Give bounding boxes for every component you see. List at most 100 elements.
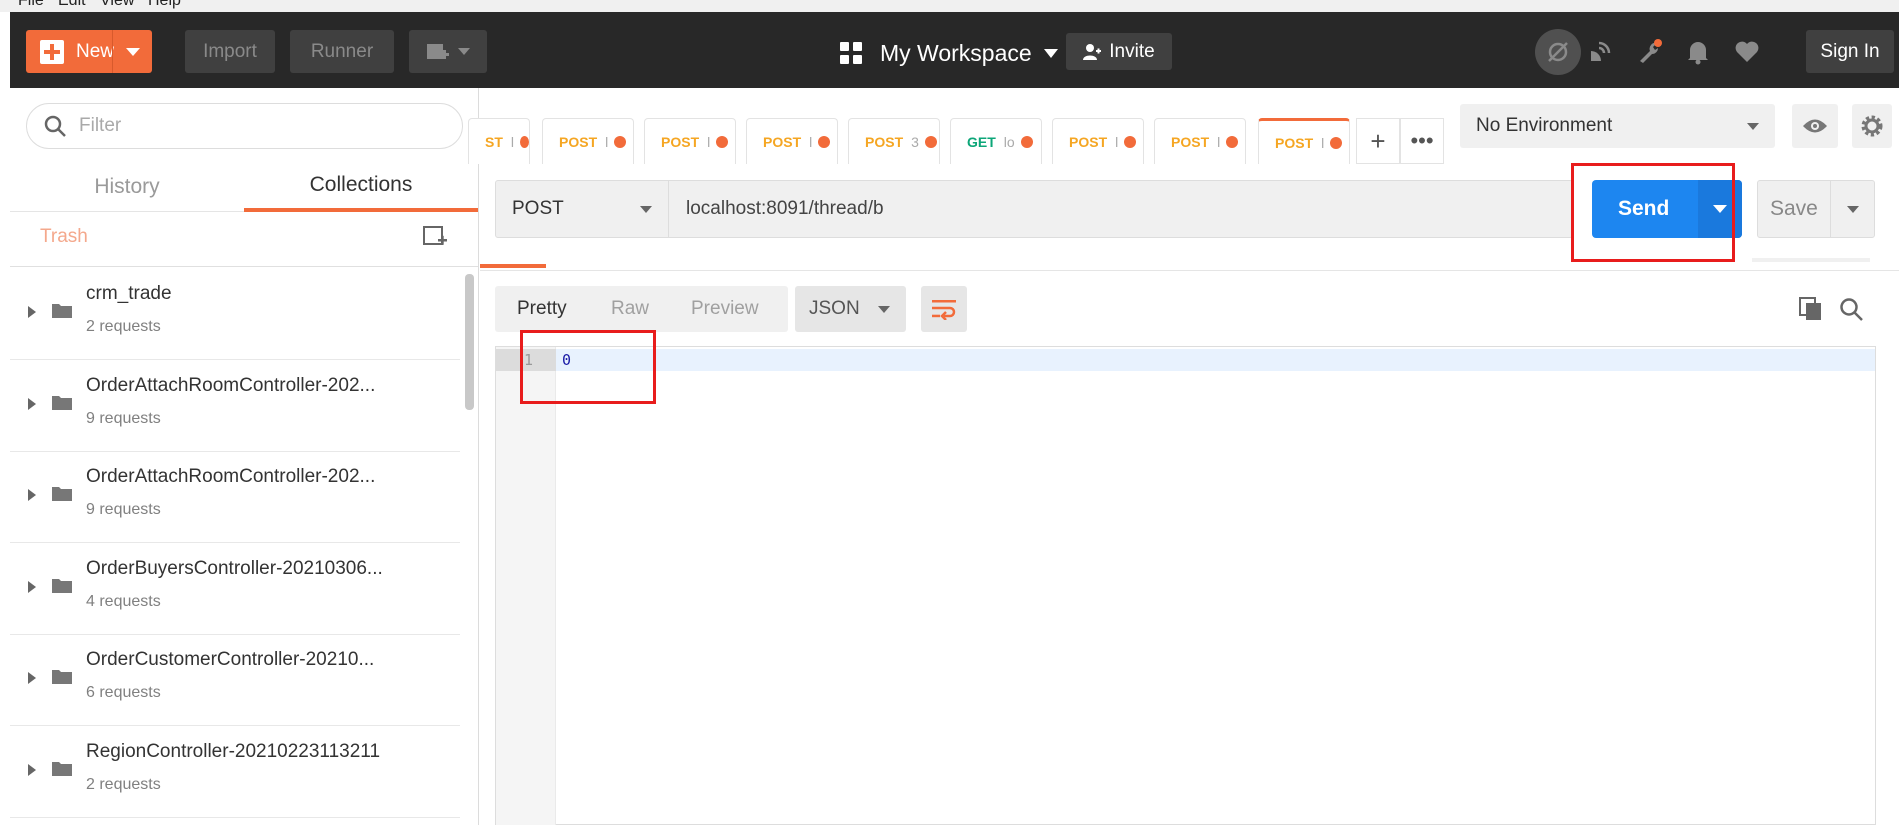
request-tab[interactable]: POST l bbox=[1052, 118, 1144, 164]
expand-arrow-icon[interactable] bbox=[28, 672, 36, 684]
line-gutter: 1 bbox=[496, 347, 556, 825]
send-button[interactable]: Send bbox=[1592, 180, 1742, 238]
new-button[interactable]: New bbox=[26, 30, 152, 73]
request-tab[interactable]: ST l bbox=[468, 118, 530, 164]
tab-url: lo bbox=[1003, 133, 1015, 150]
new-dropdown-button[interactable] bbox=[112, 30, 152, 73]
bell-icon[interactable] bbox=[1683, 37, 1713, 67]
collection-count: 2 requests bbox=[86, 776, 161, 793]
expand-arrow-icon[interactable] bbox=[28, 398, 36, 410]
search-icon[interactable] bbox=[1838, 296, 1864, 322]
code-line[interactable]: 0 bbox=[562, 351, 571, 369]
expand-arrow-icon[interactable] bbox=[28, 764, 36, 776]
tab-collections[interactable]: Collections bbox=[244, 162, 478, 212]
trash-link[interactable]: Trash bbox=[40, 226, 88, 248]
chevron-down-icon bbox=[458, 48, 470, 55]
import-button[interactable]: Import bbox=[185, 30, 275, 73]
new-tab-button[interactable]: + bbox=[1356, 118, 1400, 164]
save-label: Save bbox=[1770, 197, 1818, 220]
method-select[interactable]: POST bbox=[496, 181, 669, 237]
wrench-icon[interactable] bbox=[1635, 37, 1665, 67]
collection-count: 4 requests bbox=[86, 593, 161, 610]
tab-url: l bbox=[1321, 134, 1325, 151]
tab-method: POST bbox=[865, 133, 904, 150]
tab-url: l bbox=[707, 133, 711, 150]
request-tab[interactable]: POST l bbox=[644, 118, 736, 164]
collection-item[interactable]: OrderCustomerController-20210... 6 reque… bbox=[10, 634, 460, 726]
menu-file[interactable]: File bbox=[18, 0, 44, 10]
sync-off-icon[interactable] bbox=[1535, 29, 1581, 75]
sign-in-button[interactable]: Sign In bbox=[1806, 30, 1894, 73]
menu-edit[interactable]: Edit bbox=[58, 0, 86, 10]
expand-arrow-icon[interactable] bbox=[28, 489, 36, 501]
folder-icon bbox=[52, 304, 72, 318]
copy-icon[interactable] bbox=[1798, 296, 1824, 322]
wrap-lines-button[interactable] bbox=[921, 286, 967, 332]
new-collection-icon[interactable] bbox=[422, 223, 448, 249]
view-preview[interactable]: Preview bbox=[691, 286, 759, 332]
environment-quick-look-button[interactable] bbox=[1792, 104, 1838, 148]
sidebar-scrollbar[interactable] bbox=[465, 274, 474, 410]
collection-name: OrderAttachRoomController-202... bbox=[86, 375, 376, 396]
collection-item[interactable]: crm_trade 2 requests bbox=[10, 268, 460, 360]
runner-button[interactable]: Runner bbox=[290, 30, 394, 73]
request-tab-active[interactable]: POST l bbox=[1258, 118, 1350, 164]
unsaved-dot bbox=[1124, 135, 1137, 148]
new-window-button[interactable] bbox=[409, 30, 487, 73]
response-tab-indicator bbox=[480, 264, 546, 268]
grid-icon bbox=[840, 42, 862, 64]
environment-label: No Environment bbox=[1476, 115, 1613, 136]
collection-count: 9 requests bbox=[86, 410, 161, 427]
format-select[interactable]: JSON bbox=[795, 286, 906, 332]
expand-arrow-icon[interactable] bbox=[28, 581, 36, 593]
plus-icon: + bbox=[1370, 125, 1386, 156]
unsaved-dot bbox=[924, 135, 937, 148]
filter-input[interactable]: Filter bbox=[26, 103, 463, 149]
request-tab[interactable]: GET lo bbox=[950, 118, 1042, 164]
send-dropdown-button[interactable] bbox=[1698, 180, 1742, 238]
satellite-icon[interactable] bbox=[1585, 37, 1615, 67]
settings-button[interactable] bbox=[1852, 104, 1892, 148]
collection-item[interactable]: OrderAttachRoomController-202... 9 reque… bbox=[10, 360, 460, 452]
workspace-selector[interactable]: My Workspace bbox=[840, 38, 1058, 68]
plus-icon bbox=[40, 39, 64, 64]
invite-button[interactable]: Invite bbox=[1066, 33, 1172, 70]
expand-arrow-icon[interactable] bbox=[28, 306, 36, 318]
tab-history[interactable]: History bbox=[10, 162, 244, 212]
environment-select[interactable]: No Environment bbox=[1460, 104, 1775, 148]
wrap-lines-icon bbox=[932, 300, 956, 320]
chevron-down-icon bbox=[1713, 205, 1727, 213]
divider bbox=[10, 266, 478, 267]
request-tab[interactable]: POST l bbox=[1154, 118, 1246, 164]
save-button[interactable]: Save bbox=[1757, 180, 1875, 238]
heart-icon[interactable] bbox=[1732, 37, 1762, 67]
save-dropdown-button[interactable] bbox=[1830, 181, 1874, 237]
collection-name: RegionController-20210223113211 bbox=[86, 741, 381, 762]
filter-placeholder: Filter bbox=[79, 115, 122, 136]
tab-method: POST bbox=[1069, 133, 1108, 150]
collection-item[interactable]: RegionController-20210223113211 2 reques… bbox=[10, 726, 460, 818]
tab-url: l bbox=[605, 133, 609, 150]
url-input[interactable]: localhost:8091/thread/b bbox=[686, 198, 884, 220]
request-tab[interactable]: POST l bbox=[746, 118, 838, 164]
menu-view[interactable]: View bbox=[100, 0, 134, 10]
invite-label: Invite bbox=[1109, 40, 1155, 62]
more-tabs-button[interactable]: ••• bbox=[1400, 118, 1444, 164]
view-raw[interactable]: Raw bbox=[611, 286, 649, 332]
collection-name: crm_trade bbox=[86, 283, 172, 304]
ellipsis-icon: ••• bbox=[1410, 128, 1434, 153]
collection-item[interactable]: OrderAttachRoomController-202... 9 reque… bbox=[10, 451, 460, 543]
menu-help[interactable]: Help bbox=[148, 0, 181, 10]
view-pretty[interactable]: Pretty bbox=[517, 286, 567, 332]
method-label: POST bbox=[512, 198, 564, 219]
app-header: New Import Runner My Workspace Invite Si… bbox=[10, 12, 1899, 88]
unsaved-dot bbox=[716, 135, 729, 148]
collection-item[interactable]: OrderBuyersController-20210306... 4 requ… bbox=[10, 543, 460, 635]
chevron-down-icon bbox=[1846, 205, 1859, 213]
response-body-editor[interactable]: 1 0 bbox=[495, 346, 1876, 825]
request-tab[interactable]: POST l bbox=[542, 118, 634, 164]
request-url-bar: POST localhost:8091/thread/b bbox=[495, 180, 1573, 238]
request-tab[interactable]: POST 3 bbox=[848, 118, 940, 164]
search-icon bbox=[44, 115, 66, 137]
tab-method: POST bbox=[763, 133, 802, 150]
